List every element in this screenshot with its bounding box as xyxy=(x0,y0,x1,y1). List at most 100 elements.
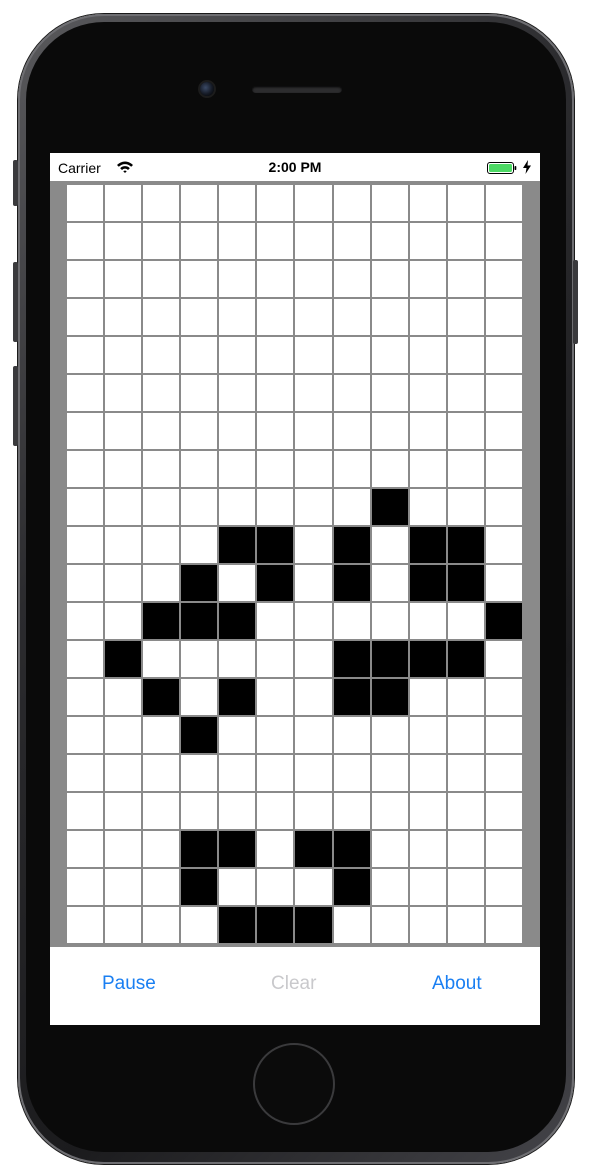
grid-cell[interactable] xyxy=(181,451,218,487)
grid-cell[interactable] xyxy=(447,831,484,867)
pause-button[interactable]: Pause xyxy=(102,973,156,995)
grid-cell[interactable] xyxy=(143,641,180,677)
grid-cell[interactable] xyxy=(257,831,294,867)
grid-cell[interactable] xyxy=(333,375,370,411)
grid-cell[interactable] xyxy=(257,793,294,829)
grid-cell[interactable] xyxy=(333,907,370,943)
grid-cell[interactable] xyxy=(295,755,332,791)
grid-cell[interactable] xyxy=(371,375,408,411)
grid-cell[interactable] xyxy=(105,375,142,411)
grid-cell[interactable] xyxy=(485,755,522,791)
grid-cell[interactable] xyxy=(143,413,180,449)
grid-cell[interactable] xyxy=(143,451,180,487)
grid-cell[interactable] xyxy=(333,223,370,259)
grid-cell[interactable] xyxy=(409,869,446,905)
grid-cell[interactable] xyxy=(295,299,332,335)
grid-cell[interactable] xyxy=(409,831,446,867)
grid-cell[interactable] xyxy=(447,907,484,943)
grid-cell[interactable] xyxy=(105,869,142,905)
grid-cell[interactable] xyxy=(485,261,522,297)
grid-cell[interactable] xyxy=(485,337,522,373)
grid-cell[interactable] xyxy=(257,603,294,639)
grid-cell-alive[interactable] xyxy=(371,641,408,677)
grid-cell[interactable] xyxy=(485,527,522,563)
grid-cell[interactable] xyxy=(371,413,408,449)
grid-cell[interactable] xyxy=(333,413,370,449)
grid-cell-alive[interactable] xyxy=(219,603,256,639)
grid-cell[interactable] xyxy=(105,603,142,639)
grid-cell[interactable] xyxy=(447,261,484,297)
grid-cell-alive[interactable] xyxy=(257,907,294,943)
grid-cell[interactable] xyxy=(295,223,332,259)
grid-cell[interactable] xyxy=(295,337,332,373)
grid-cell[interactable] xyxy=(181,679,218,715)
grid-cell[interactable] xyxy=(409,185,446,221)
grid-cell-alive[interactable] xyxy=(333,565,370,601)
grid-cell[interactable] xyxy=(181,527,218,563)
grid-cell[interactable] xyxy=(447,451,484,487)
grid-cell[interactable] xyxy=(447,223,484,259)
grid-cell[interactable] xyxy=(181,337,218,373)
grid-cell[interactable] xyxy=(257,413,294,449)
grid-cell[interactable] xyxy=(409,489,446,525)
grid-cell[interactable] xyxy=(181,223,218,259)
grid-cell[interactable] xyxy=(409,337,446,373)
grid-cell[interactable] xyxy=(219,869,256,905)
grid-cell[interactable] xyxy=(143,375,180,411)
grid-cell[interactable] xyxy=(67,375,104,411)
grid-cell[interactable] xyxy=(67,451,104,487)
grid-cell[interactable] xyxy=(447,679,484,715)
grid-cell[interactable] xyxy=(257,869,294,905)
grid-cell-alive[interactable] xyxy=(295,831,332,867)
grid-cell[interactable] xyxy=(105,413,142,449)
grid-cell[interactable] xyxy=(485,565,522,601)
grid-cell[interactable] xyxy=(485,679,522,715)
grid-cell[interactable] xyxy=(485,489,522,525)
grid-cell[interactable] xyxy=(295,603,332,639)
home-button[interactable] xyxy=(253,1043,335,1125)
grid-cell-alive[interactable] xyxy=(371,679,408,715)
grid-cell[interactable] xyxy=(143,755,180,791)
grid-cell[interactable] xyxy=(371,755,408,791)
grid-cell[interactable] xyxy=(181,261,218,297)
grid-cell[interactable] xyxy=(485,223,522,259)
grid-cell[interactable] xyxy=(219,717,256,753)
grid-cell[interactable] xyxy=(485,299,522,335)
grid-cell[interactable] xyxy=(295,185,332,221)
grid-cell[interactable] xyxy=(105,489,142,525)
grid-cell[interactable] xyxy=(257,337,294,373)
grid-cell[interactable] xyxy=(295,679,332,715)
grid-cell[interactable] xyxy=(447,869,484,905)
grid-cell-alive[interactable] xyxy=(447,527,484,563)
grid-cell[interactable] xyxy=(219,337,256,373)
grid-cell[interactable] xyxy=(485,869,522,905)
grid-cell-alive[interactable] xyxy=(409,641,446,677)
grid-cell[interactable] xyxy=(447,185,484,221)
grid-cell[interactable] xyxy=(105,337,142,373)
grid-cell[interactable] xyxy=(409,451,446,487)
grid-cell-alive[interactable] xyxy=(219,679,256,715)
grid-cell[interactable] xyxy=(105,679,142,715)
grid-cell[interactable] xyxy=(295,793,332,829)
grid-cell-alive[interactable] xyxy=(447,565,484,601)
grid-cell[interactable] xyxy=(333,603,370,639)
grid-cell[interactable] xyxy=(67,907,104,943)
grid-cell-alive[interactable] xyxy=(219,907,256,943)
grid-cell[interactable] xyxy=(67,299,104,335)
grid-cell[interactable] xyxy=(371,527,408,563)
grid-cell[interactable] xyxy=(257,299,294,335)
grid-cell[interactable] xyxy=(295,565,332,601)
grid-cell-alive[interactable] xyxy=(409,565,446,601)
grid-cell-alive[interactable] xyxy=(333,527,370,563)
grid-cell[interactable] xyxy=(181,375,218,411)
grid-cell-alive[interactable] xyxy=(333,641,370,677)
grid-cell[interactable] xyxy=(143,907,180,943)
grid-cell[interactable] xyxy=(67,869,104,905)
grid-cell[interactable] xyxy=(219,223,256,259)
grid-cell-alive[interactable] xyxy=(181,869,218,905)
grid-cell[interactable] xyxy=(333,337,370,373)
grid-cell[interactable] xyxy=(181,641,218,677)
grid-cell[interactable] xyxy=(409,413,446,449)
grid-cell[interactable] xyxy=(181,489,218,525)
grid-cell[interactable] xyxy=(485,451,522,487)
